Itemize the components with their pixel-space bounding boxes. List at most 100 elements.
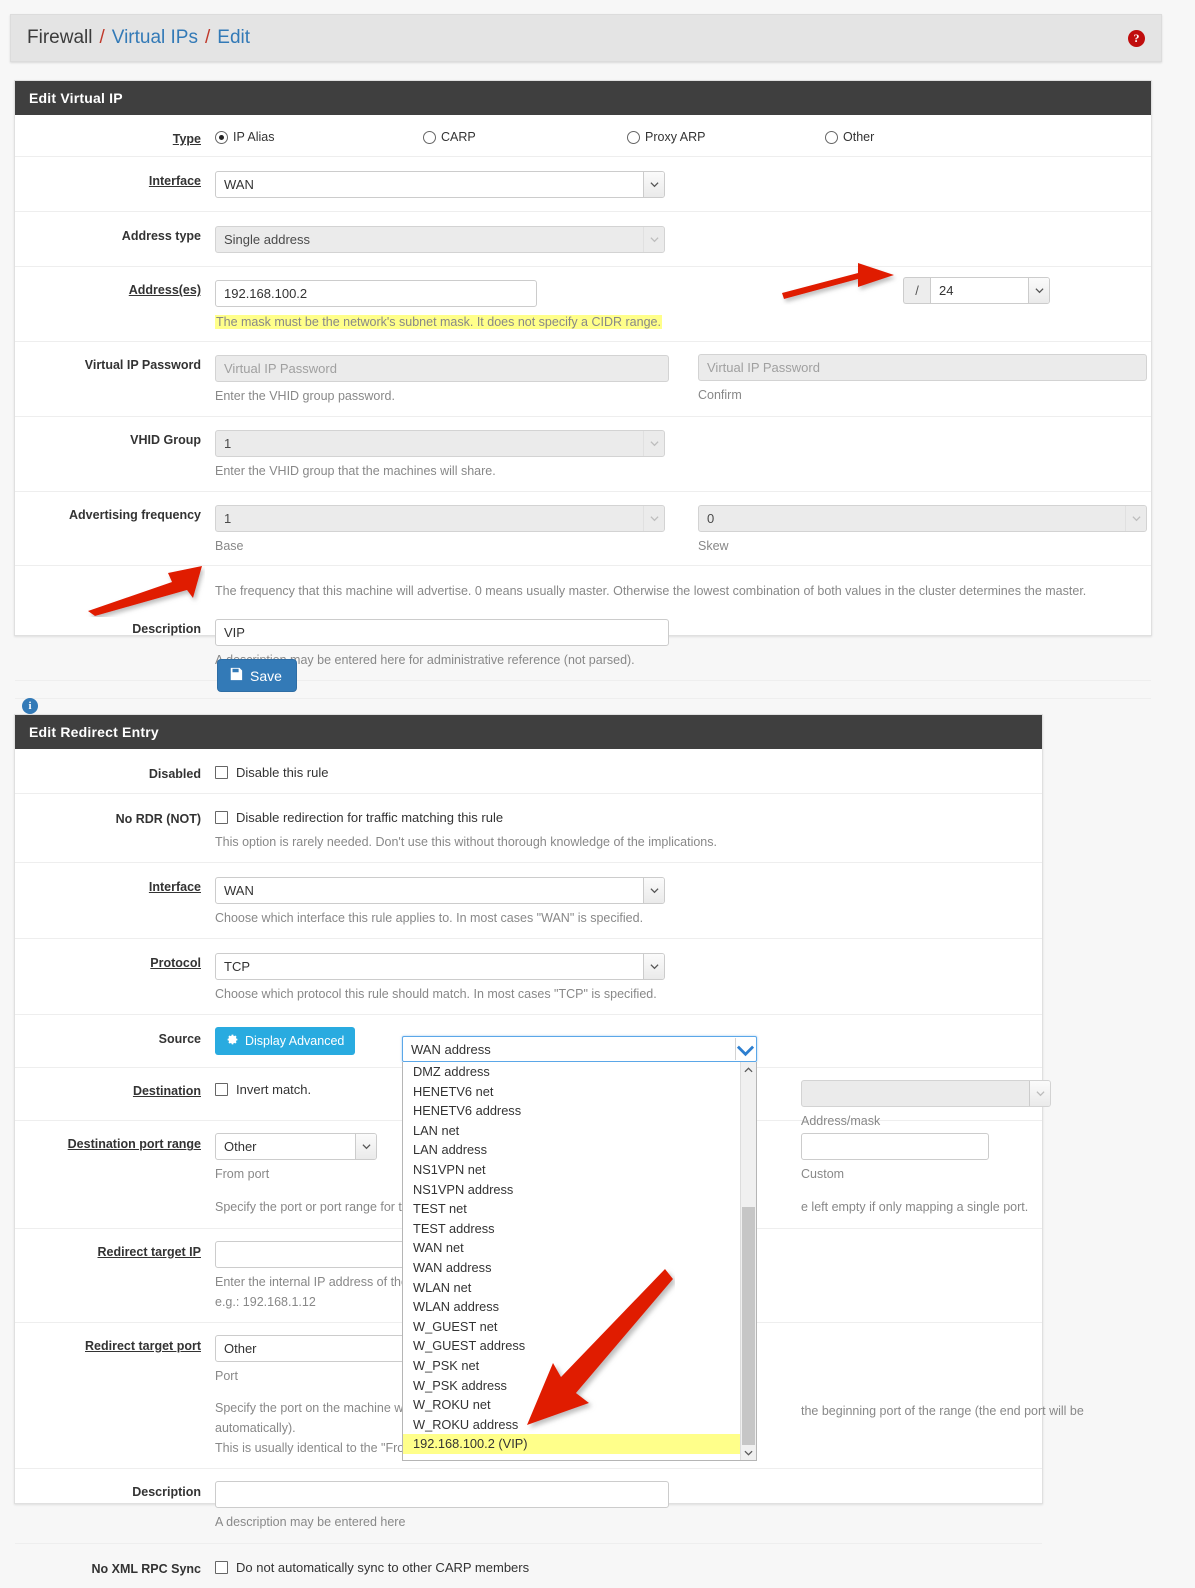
protocol-value: TCP (224, 959, 250, 975)
breadcrumb-item-firewall: Firewall (27, 27, 93, 48)
dropdown-option[interactable]: DMZ address (403, 1062, 756, 1082)
redirect-description-input[interactable] (215, 1481, 669, 1509)
invert-match-checkbox[interactable]: Invert match. (215, 1080, 311, 1097)
redirect-target-port-select[interactable]: Other (215, 1334, 411, 1362)
chevron-down-icon (355, 1134, 376, 1160)
chevron-down-icon (735, 1038, 755, 1060)
dropdown-option[interactable]: HENETV6 address (403, 1101, 756, 1121)
destination-address-mask-input (801, 1080, 1051, 1108)
row-address-type: Address type Single address (15, 212, 1151, 267)
question-mark-icon[interactable]: ? (1128, 29, 1145, 47)
radio-proxy-arp[interactable]: Proxy ARP (627, 130, 815, 144)
no-xmlrpc-checkbox[interactable]: Do not automatically sync to other CARP … (215, 1556, 529, 1575)
info-icon[interactable]: i (22, 698, 38, 714)
chevron-down-icon (643, 227, 664, 252)
dropdown-option[interactable]: W_ROKU net (403, 1395, 756, 1415)
chevron-down-icon (643, 431, 664, 457)
dropdown-option[interactable]: WLAN net (403, 1278, 756, 1298)
redirect-description-help: A description may be entered here (215, 1515, 406, 1530)
breadcrumb-item-virtual-ips[interactable]: Virtual IPs (112, 27, 198, 49)
dropdown-option[interactable]: WAN net (403, 1238, 756, 1258)
destination-dropdown-list[interactable]: DMZ address HENETV6 net HENETV6 address LAN… (402, 1062, 757, 1461)
dropdown-option[interactable]: NS1VPN net (403, 1160, 756, 1180)
disable-rule-label: Disable this rule (236, 765, 329, 780)
dropdown-option[interactable]: W_PSK address (403, 1376, 756, 1396)
checkbox-icon (215, 1560, 228, 1574)
row-no-xmlrpc-sync: No XML RPC Sync Do not automatically syn… (15, 1544, 1042, 1588)
advertising-skew-select: 0 (698, 505, 1147, 533)
chevron-down-icon (643, 878, 664, 904)
no-rdr-checkbox[interactable]: Disable redirection for traffic matching… (215, 806, 717, 825)
chevron-down-icon (643, 954, 664, 980)
edit-virtual-ip-panel: Edit Virtual IP Type IP Alias CARP Proxy… (14, 80, 1152, 699)
redirect-target-port-value: Other (224, 1340, 257, 1356)
breadcrumb: Firewall / Virtual IPs / Edit ? (10, 14, 1162, 62)
chevron-down-icon (1029, 1081, 1050, 1107)
chevron-down-icon (1028, 278, 1049, 303)
scroll-up-arrow-icon[interactable] (741, 1062, 756, 1078)
interface-select[interactable]: WAN (215, 171, 665, 198)
redirect-interface-select[interactable]: WAN (215, 877, 665, 905)
radio-label-ip-alias: IP Alias (233, 130, 275, 144)
dropdown-option[interactable]: TEST net (403, 1199, 756, 1219)
dropdown-option[interactable]: WLAN address (403, 1297, 756, 1317)
protocol-select[interactable]: TCP (215, 953, 665, 981)
row-no-rdr: No RDR (NOT) Disable redirection for tra… (15, 794, 1042, 864)
row-disabled: Disabled Disable this rule (15, 749, 1042, 794)
dropdown-option[interactable]: 192.168.100.2 (VIP) (403, 1434, 756, 1454)
save-button[interactable]: Save (217, 659, 297, 692)
row-spacer (15, 681, 1151, 699)
redirect-interface-value: WAN (224, 883, 254, 899)
destination-dropdown[interactable]: WAN address DMZ address HENETV6 net HENETV… (402, 1036, 757, 1461)
radio-other[interactable]: Other (825, 130, 874, 144)
dropdown-option[interactable]: W_GUEST address (403, 1336, 756, 1356)
breadcrumb-item-edit[interactable]: Edit (217, 27, 250, 49)
advertising-skew-help: Skew (698, 539, 729, 554)
redirect-target-port-help-3: This is usually identical to the "Fro (215, 1441, 405, 1456)
disable-rule-checkbox[interactable]: Disable this rule (215, 761, 329, 780)
label-no-xmlrpc-sync: No XML RPC Sync (91, 1561, 201, 1576)
radio-circle-icon (627, 130, 640, 144)
chevron-down-icon (643, 172, 664, 197)
checkbox-icon (215, 811, 228, 824)
dropdown-option[interactable]: NS1VPN address (403, 1180, 756, 1200)
radio-carp[interactable]: CARP (423, 130, 617, 144)
addresses-input[interactable] (215, 280, 537, 307)
dropdown-option[interactable]: LAN address (403, 1140, 756, 1160)
dest-port-range-help-right: e left empty if only mapping a single po… (801, 1199, 1029, 1214)
dropdown-option[interactable]: WAN address (403, 1258, 756, 1278)
dropdown-scrollbar[interactable] (740, 1062, 756, 1460)
dest-port-custom-help: Custom (801, 1167, 845, 1182)
addresses-mask-note: The mask must be the network's subnet ma… (215, 315, 662, 329)
invert-match-label: Invert match. (236, 1082, 312, 1098)
description-input[interactable] (215, 618, 669, 646)
dropdown-option[interactable]: W_ROKU address (403, 1415, 756, 1435)
scroll-down-arrow-icon[interactable] (741, 1444, 756, 1460)
radio-ip-alias[interactable]: IP Alias (215, 130, 413, 144)
radio-label-proxy-arp: Proxy ARP (645, 130, 706, 144)
redirect-target-port-help-1: Specify the port on the machine wi (215, 1401, 407, 1415)
dest-port-from-select[interactable]: Other (215, 1133, 377, 1161)
scrollbar-thumb[interactable] (742, 1207, 755, 1445)
dropdown-option[interactable]: W_PSK net (403, 1356, 756, 1376)
label-address-type: Address type (121, 229, 201, 243)
radio-label-other: Other (843, 130, 875, 144)
row-description: Description A description may be entered… (15, 606, 1151, 681)
dropdown-option[interactable]: HENETV6 net (403, 1082, 756, 1102)
no-rdr-label: Disable redirection for traffic matching… (236, 810, 504, 825)
dropdown-option[interactable]: W_GUEST net (403, 1317, 756, 1337)
row-virtual-ip-password: Virtual IP Password Enter the VHID group… (15, 342, 1151, 418)
label-virtual-ip-password: Virtual IP Password (84, 358, 201, 373)
destination-dropdown-button[interactable]: WAN address (402, 1036, 757, 1062)
radio-circle-icon (423, 130, 436, 144)
virtual-ip-password-confirm-help: Confirm (698, 388, 742, 403)
mask-select[interactable]: 24 (930, 277, 1050, 304)
dropdown-option[interactable]: LAN net (403, 1121, 756, 1141)
dest-port-custom-input[interactable] (801, 1133, 989, 1161)
redirect-target-ip-input[interactable] (215, 1240, 411, 1268)
display-advanced-button[interactable]: Display Advanced (215, 1027, 356, 1056)
no-xmlrpc-label: Do not automatically sync to other CARP … (236, 1559, 530, 1575)
label-redirect-target-ip: Redirect target IP (97, 1244, 201, 1259)
row-protocol: Protocol TCP Choose which protocol this … (15, 939, 1042, 1016)
dropdown-option[interactable]: TEST address (403, 1219, 756, 1239)
